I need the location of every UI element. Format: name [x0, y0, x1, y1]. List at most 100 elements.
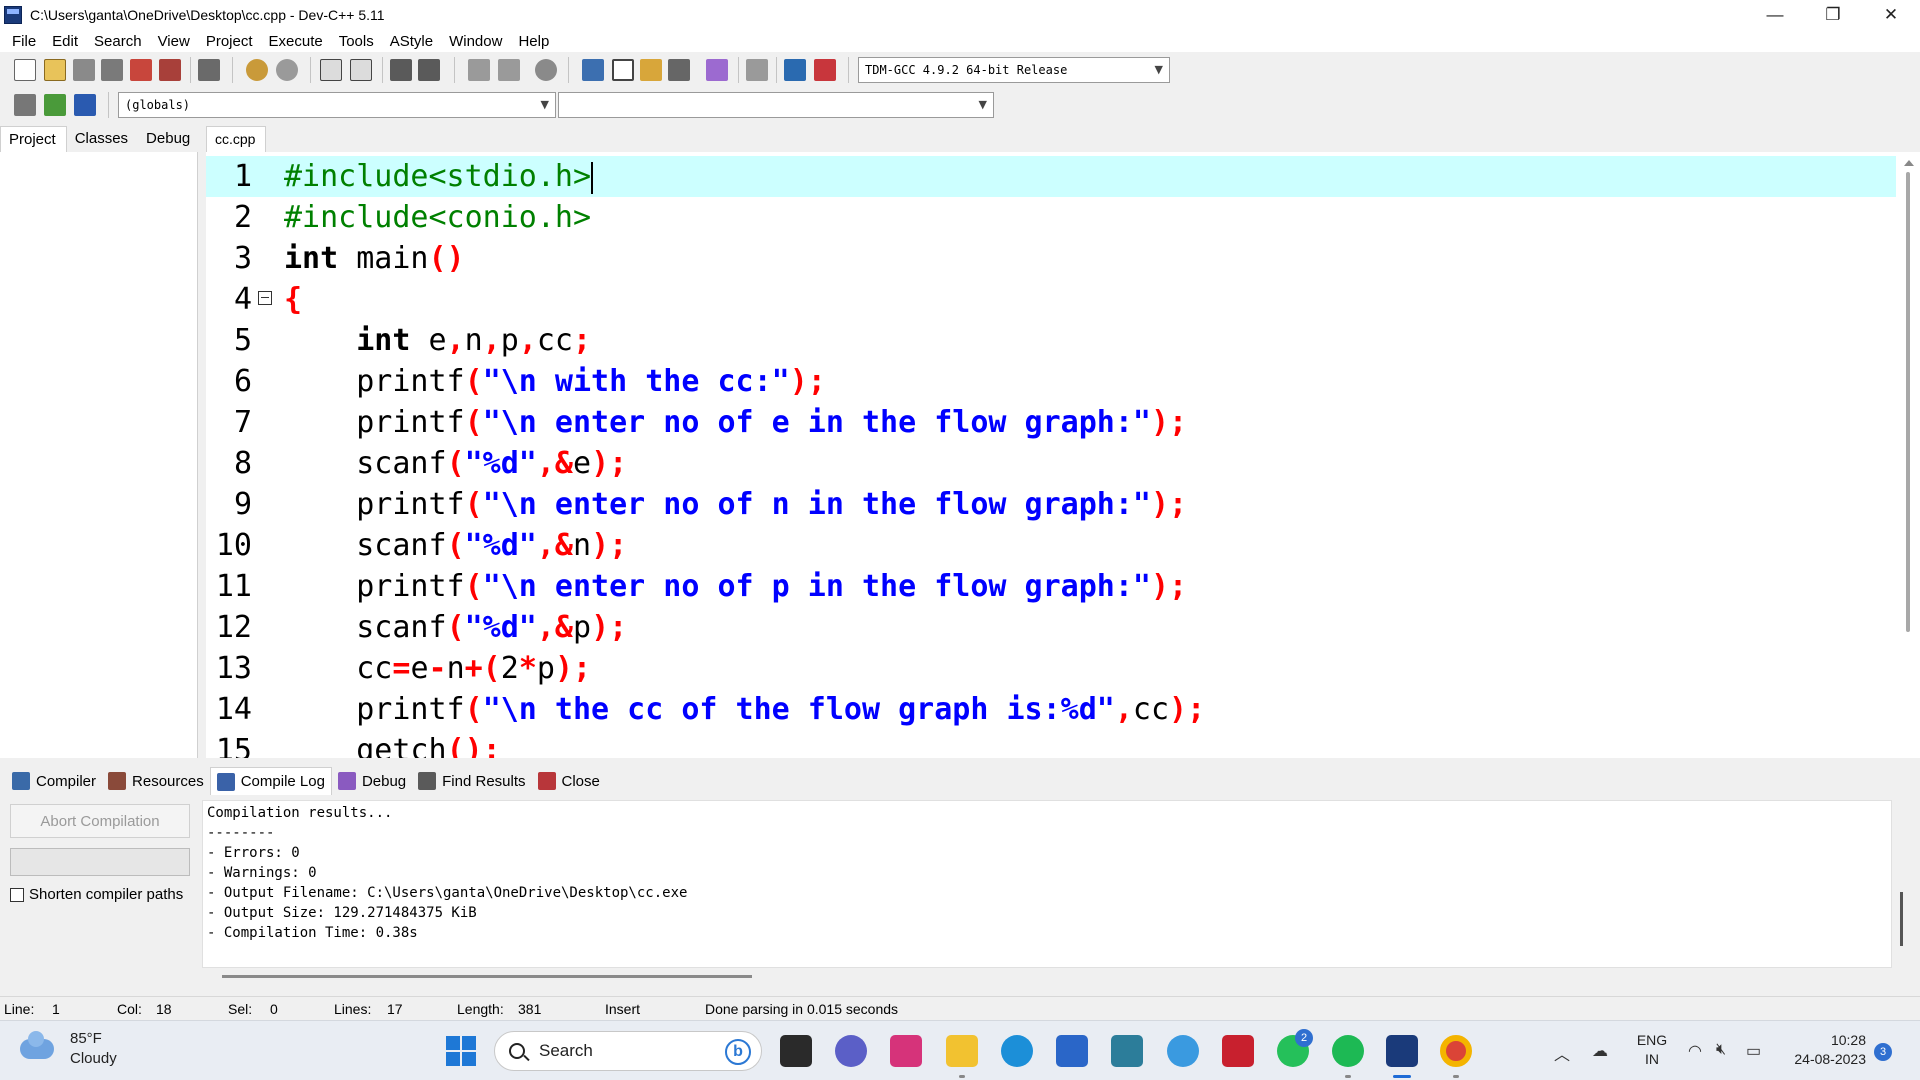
scope-select[interactable]: (globals) ▼ [118, 92, 556, 118]
line-number: 10 [215, 528, 252, 563]
delete-profile-icon[interactable] [814, 59, 836, 81]
rebuild-icon[interactable] [668, 59, 690, 81]
compile-controls: Abort Compilation Shorten compiler paths [0, 798, 200, 988]
restore-button[interactable]: ❐ [1804, 0, 1862, 30]
code-text: int e,n,p,cc; [356, 323, 592, 358]
line-number: 12 [215, 610, 252, 645]
compiler-select[interactable]: TDM-GCC 4.9.2 64-bit Release ▼ [858, 57, 1170, 83]
goto-bookmark-icon[interactable] [74, 94, 96, 116]
active-app-indicator [1393, 1075, 1411, 1078]
run-icon[interactable] [612, 59, 634, 81]
compile-log-output[interactable]: Compilation results... -------- - Errors… [202, 800, 1892, 968]
close-file-icon[interactable] [130, 59, 152, 81]
scroll-up-icon[interactable] [1904, 160, 1914, 166]
tab-compile-log[interactable]: Compile Log [209, 767, 332, 795]
show-hidden-icons-chevron-icon[interactable]: ︿ [1554, 1041, 1570, 1065]
teams-chat-icon[interactable] [835, 1035, 867, 1067]
menu-search[interactable]: Search [86, 33, 150, 50]
log-horizontal-scrollbar[interactable] [222, 975, 752, 978]
menu-astyle[interactable]: AStyle [382, 33, 441, 50]
profile-icon[interactable] [784, 59, 806, 81]
goto-icon[interactable] [535, 59, 557, 81]
weather-app-icon[interactable] [1167, 1035, 1199, 1067]
weather-widget[interactable]: 85°F Cloudy [20, 1029, 117, 1069]
toggle-bookmark-icon[interactable] [44, 94, 66, 116]
editor-vertical-scrollbar[interactable] [1898, 152, 1920, 758]
line-number: 2 [233, 200, 252, 235]
bing-icon[interactable]: b [725, 1039, 751, 1065]
menu-view[interactable]: View [150, 33, 198, 50]
open-file-icon[interactable] [44, 59, 66, 81]
edge-browser-icon[interactable] [1001, 1035, 1033, 1067]
scope-select-value: (globals) [125, 98, 191, 112]
forward-icon[interactable] [498, 59, 520, 81]
tab-debug-output[interactable]: Debug [332, 767, 412, 795]
tab-project[interactable]: Project [0, 126, 67, 152]
abort-compilation-button[interactable]: Abort Compilation [10, 804, 190, 838]
syntax-check-icon[interactable] [706, 59, 728, 81]
new-file-icon[interactable] [14, 59, 36, 81]
menu-help[interactable]: Help [510, 33, 557, 50]
tab-find-results[interactable]: Find Results [412, 767, 531, 795]
code-editor[interactable]: 1 #include<stdio.h> 2 #include<conio.h> … [206, 152, 1920, 758]
back-icon[interactable] [468, 59, 490, 81]
taskbar-search-box[interactable]: Search b [494, 1031, 762, 1071]
battery-icon[interactable]: ▭ [1746, 1041, 1761, 1061]
microsoft-store-icon[interactable] [1056, 1035, 1088, 1067]
menu-edit[interactable]: Edit [44, 33, 86, 50]
windows-start-icon[interactable] [446, 1036, 476, 1066]
close-all-icon[interactable] [159, 59, 181, 81]
clock[interactable]: 10:28 24-08-2023 [1782, 1031, 1866, 1069]
mcafee-icon[interactable] [1222, 1035, 1254, 1067]
menu-window[interactable]: Window [441, 33, 510, 50]
scroll-thumb[interactable] [1906, 172, 1910, 632]
fold-collapse-icon[interactable] [258, 291, 272, 305]
save-all-icon[interactable] [101, 59, 123, 81]
find-icon[interactable] [320, 59, 342, 81]
speaker-muted-icon[interactable]: 🔇︎ [1716, 1041, 1726, 1059]
redo-icon[interactable] [276, 59, 298, 81]
tab-classes[interactable]: Classes [67, 126, 138, 152]
menu-project[interactable]: Project [198, 33, 261, 50]
log-vertical-scrollbar[interactable] [1900, 892, 1903, 946]
menu-tools[interactable]: Tools [331, 33, 382, 50]
chrome-icon[interactable] [1440, 1035, 1472, 1067]
indent-icon[interactable] [390, 59, 412, 81]
tab-compiler[interactable]: Compiler [6, 767, 102, 795]
print-icon[interactable] [198, 59, 220, 81]
app-icon[interactable] [1111, 1035, 1143, 1067]
unindent-icon[interactable] [418, 59, 440, 81]
title-bar: C:\Users\ganta\OneDrive\Desktop\cc.cpp -… [0, 0, 1920, 30]
shorten-paths-checkbox[interactable] [10, 887, 24, 902]
replace-icon[interactable] [350, 59, 372, 81]
tab-close[interactable]: Close [532, 767, 606, 795]
clock-time: 10:28 [1830, 1032, 1866, 1048]
file-explorer-icon[interactable] [946, 1035, 978, 1067]
insert-icon[interactable] [14, 94, 36, 116]
wifi-icon[interactable]: ◠ [1688, 1041, 1702, 1061]
stop-icon[interactable] [746, 59, 768, 81]
task-view-icon[interactable] [780, 1035, 812, 1067]
minimize-button[interactable]: — [1746, 0, 1804, 30]
instagram-icon[interactable] [890, 1035, 922, 1067]
search-placeholder: Search [539, 1041, 593, 1060]
tab-debug[interactable]: Debug [138, 126, 200, 152]
menu-file[interactable]: File [4, 33, 44, 50]
spotify-icon[interactable] [1332, 1035, 1364, 1067]
compile-run-icon[interactable] [640, 59, 662, 81]
status-message: Done parsing in 0.015 seconds [705, 1001, 899, 1017]
onedrive-cloud-icon[interactable]: ☁ [1592, 1041, 1608, 1061]
shorten-paths-option[interactable]: Shorten compiler paths [10, 886, 183, 903]
notification-count-badge[interactable]: 3 [1874, 1043, 1892, 1061]
tab-file-cc-cpp[interactable]: cc.cpp [206, 126, 266, 152]
devcpp-taskbar-icon[interactable] [1386, 1035, 1418, 1067]
undo-icon[interactable] [246, 59, 268, 81]
save-icon[interactable] [73, 59, 95, 81]
member-select[interactable]: ▼ [558, 92, 994, 118]
tab-resources[interactable]: Resources [102, 767, 210, 795]
menu-execute[interactable]: Execute [261, 33, 331, 50]
toolbar-separator [776, 57, 777, 83]
close-button[interactable]: ✕ [1862, 0, 1920, 30]
compile-icon[interactable] [582, 59, 604, 81]
language-indicator[interactable]: ENG IN [1634, 1031, 1670, 1069]
